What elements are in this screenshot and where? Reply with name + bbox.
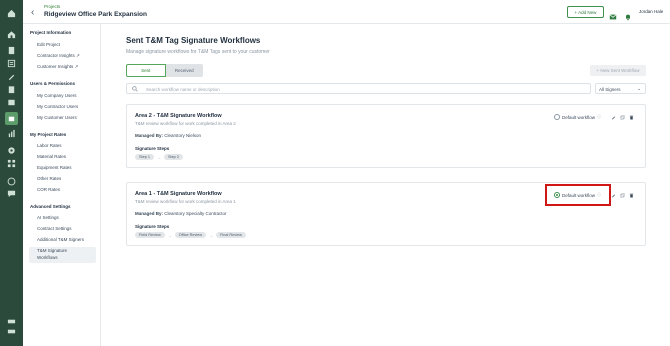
edit-icon[interactable] <box>611 115 616 120</box>
top-header: ‹ Projects Ridgeview Office Park Expansi… <box>23 0 670 24</box>
gear-icon[interactable] <box>6 145 17 156</box>
main-content: Sent T&M Tag Signature Workflows Manage … <box>101 24 670 346</box>
chat-icon[interactable] <box>6 188 17 199</box>
new-sent-workflow-button[interactable]: + New Sent Workflow <box>590 65 646 76</box>
nav-item-labor-rates[interactable]: Labor Rates <box>37 143 62 148</box>
nav-item-customer-insights-label: Customer Insights <box>37 64 74 69</box>
signature-steps: Step 1 → Step 2 <box>135 154 183 160</box>
search-input[interactable]: Search workflow name or description <box>126 83 591 94</box>
collapse-icon[interactable] <box>6 326 17 337</box>
workflow-card: Area 2 - T&M Signature Workflow T&M revi… <box>126 104 646 168</box>
nav-section-project-rates: My Project Rates <box>30 132 67 137</box>
signature-step: Step 2 <box>163 154 183 160</box>
managed-by-value: Clearstory Nielson <box>164 133 202 138</box>
user-name[interactable]: Jordan Hale <box>639 9 663 14</box>
clipboard-icon[interactable] <box>6 84 17 95</box>
nav-active-line2: Workflows <box>37 254 58 260</box>
workflow-managed-by: Managed By: Clearstory Specialty Contrac… <box>135 211 227 216</box>
bell-icon[interactable] <box>624 8 632 21</box>
workflow-title: Area 2 - T&M Signature Workflow <box>135 113 222 119</box>
pencil-icon[interactable] <box>6 71 17 82</box>
nav-item-additional-signers[interactable]: Additional T&M Signers <box>37 237 84 242</box>
nav-item-customer-insights[interactable]: Customer Insights ↗ <box>37 64 78 70</box>
copy-icon[interactable] <box>620 115 625 120</box>
nav-item-contractor-insights-label: Contractor Insights <box>37 53 75 58</box>
highlight-box <box>545 184 611 206</box>
signature-steps-heading: Signature Steps <box>135 146 170 151</box>
nav-section-project-information: Project Information <box>30 30 72 35</box>
icon-rail <box>0 0 23 346</box>
mail-icon[interactable] <box>609 8 617 20</box>
copy-icon[interactable] <box>620 193 625 198</box>
nav-item-equipment-rates[interactable]: Equipment Rates <box>37 165 72 170</box>
workflow-description: T&M review workflow for work completed i… <box>135 199 236 204</box>
external-link-icon: ↗ <box>74 64 79 69</box>
nav-item-tm-signature-workflows-label: T&M Signature Workflows <box>37 248 67 261</box>
workflow-description: T&M review workflow for work completed i… <box>135 121 236 126</box>
search-placeholder: Search workflow name or description <box>146 86 220 92</box>
workflow-actions <box>611 115 634 120</box>
managed-by-label: Managed By: <box>135 133 164 138</box>
default-radio[interactable] <box>554 114 560 120</box>
chevron-down-icon: ⌄ <box>637 86 641 91</box>
document-icon[interactable] <box>6 45 17 56</box>
nav-item-contractor-insights[interactable]: Contractor Insights ↗ <box>37 53 80 59</box>
box-icon[interactable] <box>6 97 17 108</box>
arrow-right-icon: → <box>156 154 161 160</box>
signature-step: Office Review <box>174 232 207 238</box>
page-title: Sent T&M Tag Signature Workflows <box>126 36 261 45</box>
list-icon[interactable] <box>6 58 17 69</box>
default-workflow-label: Default workflow <box>562 114 596 120</box>
grid-icon[interactable] <box>6 158 17 169</box>
nav-item-ai-settings[interactable]: AI Settings <box>37 215 59 220</box>
signature-step: Step 1 <box>135 154 154 160</box>
settings-nav: Project Information Edit Project Contrac… <box>23 24 101 346</box>
add-new-button[interactable]: + Add New <box>567 6 604 18</box>
project-icon[interactable] <box>5 112 18 125</box>
managed-by-value: Clearstory Specialty Contractor <box>164 211 227 216</box>
arrow-right-icon: → <box>209 232 214 238</box>
info-icon[interactable]: ⓘ <box>597 114 601 120</box>
signature-steps-heading: Signature Steps <box>135 224 170 229</box>
nav-section-advanced-settings: Advanced Settings <box>30 204 71 209</box>
nav-item-edit-project[interactable]: Edit Project <box>37 42 60 47</box>
trash-icon[interactable] <box>629 115 634 120</box>
nav-item-cor-rates[interactable]: COR Rates <box>37 187 60 192</box>
home-nav-icon[interactable] <box>6 29 17 40</box>
home-icon[interactable] <box>6 8 17 19</box>
nav-item-my-company-users[interactable]: My Company Users <box>37 93 77 98</box>
nav-active-line1: T&M Signature <box>37 248 68 253</box>
default-workflow-option[interactable]: Default workflow ⓘ <box>554 114 601 120</box>
nav-section-users-permissions: Users & Permissions <box>30 81 76 86</box>
edit-icon[interactable] <box>611 193 616 198</box>
chart-icon[interactable] <box>6 128 17 139</box>
signature-step: Final Review <box>216 232 246 238</box>
back-icon[interactable]: ‹ <box>31 7 34 18</box>
nav-item-my-customer-users[interactable]: My Customer Users <box>37 115 77 120</box>
signers-filter-value: All Signers <box>599 86 621 92</box>
nav-item-other-rates[interactable]: Other Rates <box>37 176 61 181</box>
nav-item-my-contractor-users[interactable]: My Contractor Users <box>37 104 78 109</box>
signature-steps: Field Review → Office Review → Final Rev… <box>135 232 246 238</box>
workflow-managed-by: Managed By: Clearstory Nielson <box>135 133 201 138</box>
nav-item-material-rates[interactable]: Material Rates <box>37 154 66 159</box>
managed-by-label: Managed By: <box>135 211 164 216</box>
direction-tabs: Sent Received <box>126 64 203 77</box>
workflow-actions <box>611 193 634 198</box>
signature-step: Field Review <box>135 232 165 238</box>
external-link-icon: ↗ <box>76 53 80 58</box>
tab-received[interactable]: Received <box>165 64 203 77</box>
trash-icon[interactable] <box>629 193 634 198</box>
breadcrumb[interactable]: Projects <box>44 4 60 9</box>
arrow-right-icon: → <box>167 232 172 238</box>
help-icon[interactable] <box>6 176 17 187</box>
nav-item-contract-settings[interactable]: Contract Settings <box>37 226 72 231</box>
page-subtitle: Manage signature workflows for T&M Tags … <box>126 49 270 55</box>
tab-sent[interactable]: Sent <box>126 64 166 77</box>
signers-filter-select[interactable]: All Signers ⌄ <box>595 83 646 94</box>
workflow-title: Area 1 - T&M Signature Workflow <box>135 191 222 197</box>
project-title: Ridgeview Office Park Expansion <box>44 11 147 18</box>
search-icon <box>132 86 138 92</box>
